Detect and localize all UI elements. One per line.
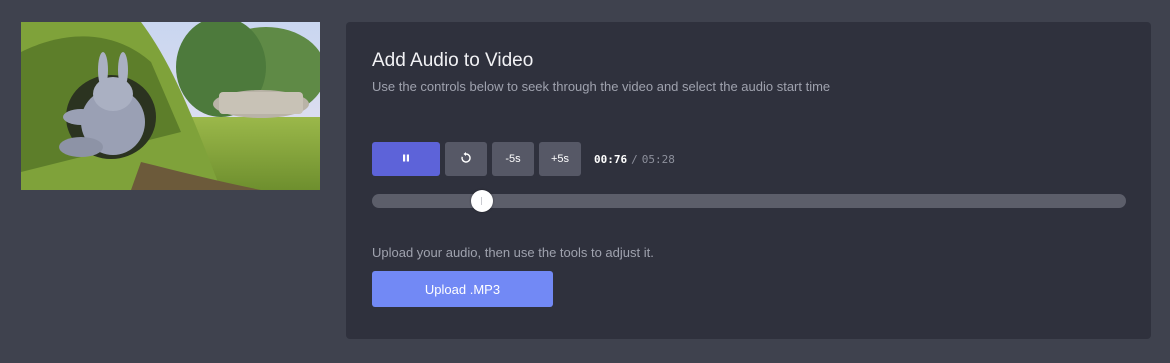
panel-description: Use the controls below to seek through t… [372, 79, 831, 94]
seek-back-button[interactable]: -5s [492, 142, 534, 176]
seek-forward-button[interactable]: +5s [539, 142, 581, 176]
restart-button[interactable] [445, 142, 487, 176]
current-time: 00:76 [594, 153, 628, 166]
video-thumbnail [21, 22, 320, 190]
seek-handle[interactable] [471, 190, 494, 212]
panel-title: Add Audio to Video [372, 50, 534, 71]
upload-hint: Upload your audio, then use the tools to… [372, 245, 654, 260]
time-separator: / [631, 153, 638, 166]
upload-mp3-button[interactable]: Upload .MP3 [372, 271, 553, 307]
duration: 05:28 [641, 153, 675, 166]
video-frame-image [21, 22, 320, 190]
pause-button[interactable] [372, 142, 440, 176]
restart-icon [460, 151, 472, 167]
pause-icon [401, 153, 411, 166]
time-readout: 00:76/05:28 [594, 153, 675, 166]
seek-slider[interactable] [372, 190, 1126, 212]
add-audio-panel: Add Audio to Video Use the controls belo… [346, 22, 1151, 339]
